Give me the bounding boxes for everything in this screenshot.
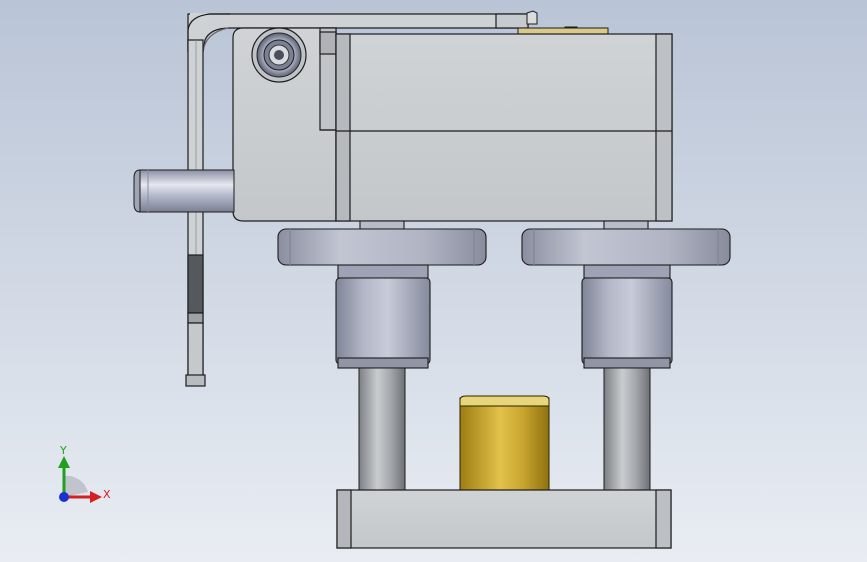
- bearing-icon: [251, 27, 307, 83]
- cad-viewport[interactable]: Y X: [0, 0, 867, 562]
- brass-bushing[interactable]: [459, 395, 550, 491]
- y-axis-label: Y: [59, 444, 67, 457]
- drive-shaft[interactable]: [133, 169, 235, 213]
- x-axis-label: X: [103, 488, 111, 501]
- assembly-scene[interactable]: Y X: [0, 0, 867, 562]
- z-axis-icon: [59, 492, 69, 502]
- main-block[interactable]: [335, 33, 673, 222]
- base-plate[interactable]: [336, 489, 672, 549]
